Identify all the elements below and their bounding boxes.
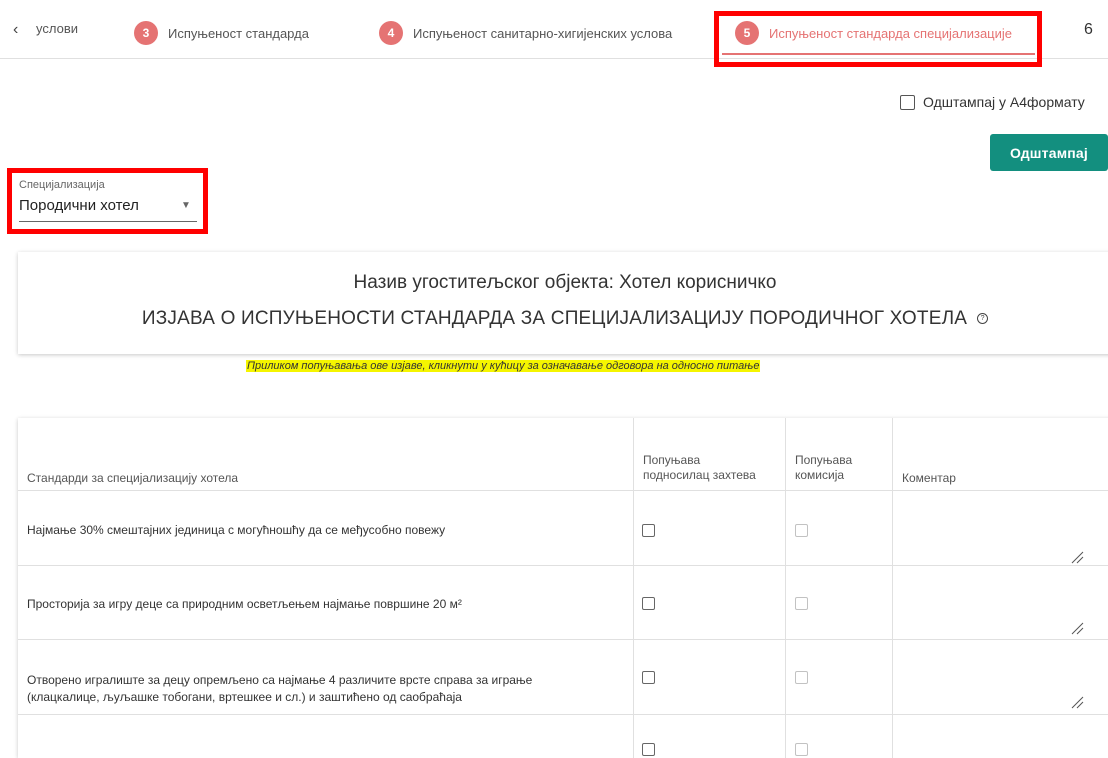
step-label: Испуњеност санитарно-хигијенских услова — [413, 25, 673, 41]
checkbox-box[interactable] — [900, 94, 915, 110]
select-underline — [19, 221, 197, 222]
specialization-value[interactable]: Породични хотел — [19, 197, 139, 214]
commission-checkbox — [795, 671, 808, 684]
a4-format-label: Одштампај у А4формату — [923, 94, 1085, 110]
step-3[interactable]: 3 Испуњеност стандарда — [134, 21, 309, 45]
stepper: ‹ услови 3 Испуњеност стандарда 4 Испуње… — [0, 0, 1108, 59]
row-standard-text: Просторија за игру деце са природним осв… — [27, 597, 462, 611]
declaration-header-card: Назив угоститељског објекта: Хотел корис… — [18, 252, 1108, 354]
step-prev-partial[interactable]: услови — [36, 21, 78, 36]
header-commission: Попуњава комисија — [795, 453, 852, 483]
row-divider — [18, 565, 1108, 566]
commission-checkbox — [795, 524, 808, 537]
help-circle-icon[interactable]: ? — [977, 313, 989, 325]
row-divider — [18, 714, 1108, 715]
caret-down-icon[interactable]: ▼ — [181, 200, 191, 211]
row-standard-text: Најмање 30% смештајних јединица с могућн… — [27, 523, 446, 537]
row-standard-text: Отворено игралиште за децу опремљено са … — [27, 672, 627, 706]
header-applicant-line1: Попуњава — [643, 453, 701, 467]
step-label: Испуњеност стандарда — [168, 25, 309, 41]
textarea-resize-icon[interactable] — [1070, 550, 1084, 564]
row-standard-text-line2: (клацкалице, љуљашке тобогани, вртешкее … — [27, 690, 462, 704]
active-step-underline — [722, 53, 1035, 55]
declaration-title-text: ИЗЈАВА О ИСПУЊЕНОСТИ СТАНДАРДА ЗА СПЕЦИЈ… — [141, 308, 968, 329]
step-label: Испуњеност стандарда специјализације — [769, 25, 1013, 41]
instruction-hint: Приликом попуњавања ове изјаве, кликнути… — [246, 360, 761, 372]
column-divider — [785, 418, 786, 758]
row-standard-text-line1: Отворено игралиште за децу опремљено са … — [27, 673, 533, 687]
header-applicant: Попуњава подносилац захтева — [643, 453, 756, 483]
step-5-active[interactable]: 5 Испуњеност стандарда специјализације — [735, 21, 1012, 45]
header-standard: Стандарди за специјализацију хотела — [27, 471, 239, 485]
column-divider — [633, 418, 634, 758]
step-6[interactable]: 6 — [1080, 21, 1108, 47]
row-divider — [18, 490, 1108, 491]
commission-checkbox — [795, 597, 808, 610]
header-commission-line2: комисија — [795, 468, 845, 482]
step-number-badge: 5 — [735, 21, 759, 45]
print-button[interactable]: Одштампај — [990, 134, 1108, 171]
declaration-title: ИЗЈАВА О ИСПУЊЕНОСТИ СТАНДАРДА ЗА СПЕЦИЈ… — [18, 308, 1108, 330]
header-comment: Коментар — [902, 471, 956, 485]
step-label: услови — [36, 21, 78, 36]
header-applicant-line2: подносилац захтева — [643, 468, 756, 482]
textarea-resize-icon[interactable] — [1070, 695, 1084, 709]
specialization-label: Специјализација — [19, 179, 105, 191]
step-number-badge: 4 — [379, 21, 403, 45]
applicant-checkbox[interactable] — [642, 671, 655, 684]
applicant-checkbox[interactable] — [642, 524, 655, 537]
step-number-badge: 3 — [134, 21, 158, 45]
textarea-resize-icon[interactable] — [1070, 621, 1084, 635]
object-name: Назив угоститељског објекта: Хотел корис… — [353, 272, 777, 293]
step-4[interactable]: 4 Испуњеност санитарно-хигијенских услов… — [379, 21, 672, 45]
column-divider — [892, 418, 893, 758]
step-number-badge: 6 — [1084, 21, 1093, 38]
applicant-checkbox[interactable] — [642, 597, 655, 610]
a4-format-checkbox[interactable]: Одштампај у А4формату — [900, 94, 1085, 110]
standards-table: Стандарди за специјализацију хотела Попу… — [18, 418, 1108, 758]
chevron-left-icon[interactable]: ‹ — [13, 22, 18, 38]
header-commission-line1: Попуњава — [795, 453, 853, 467]
row-divider — [18, 639, 1108, 640]
